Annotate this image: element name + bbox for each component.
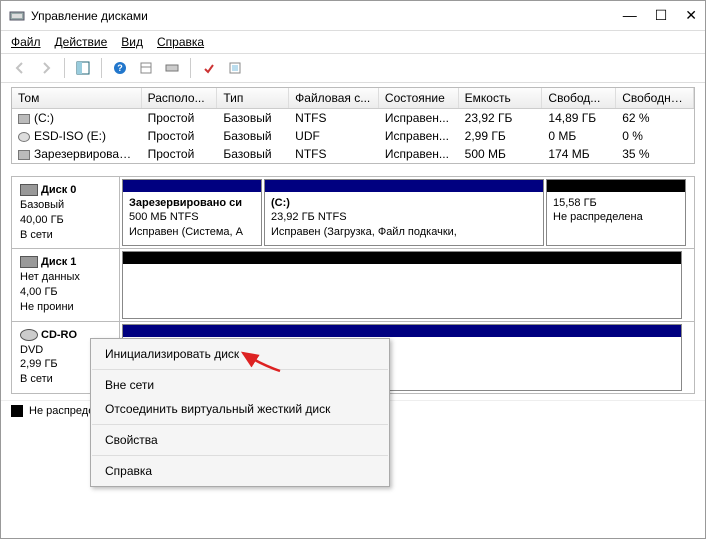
menu-view[interactable]: Вид	[121, 35, 143, 49]
col-type[interactable]: Тип	[217, 88, 289, 108]
volume-table: Том Располо... Тип Файловая с... Состоян…	[11, 87, 695, 164]
toolbar-btn-3[interactable]	[161, 57, 183, 79]
forward-button	[35, 57, 57, 79]
minimize-button[interactable]: —	[623, 7, 637, 24]
col-status[interactable]: Состояние	[379, 88, 459, 108]
menu-file[interactable]: Файл	[11, 35, 41, 49]
menu-initialize-disk[interactable]: Инициализировать диск	[91, 342, 389, 366]
close-button[interactable]: ✕	[685, 7, 697, 24]
toolbar-btn-5[interactable]	[224, 57, 246, 79]
disk-row: Диск 1Нет данных4,00 ГБНе проини	[12, 249, 694, 321]
menu-detach-vhd[interactable]: Отсоединить виртуальный жесткий диск	[91, 397, 389, 421]
disk-icon	[20, 256, 38, 268]
disk-info[interactable]: Диск 0Базовый40,00 ГБВ сети	[12, 177, 120, 248]
col-layout[interactable]: Располо...	[142, 88, 218, 108]
legend-swatch-unallocated	[11, 405, 23, 417]
col-free[interactable]: Свобод...	[542, 88, 616, 108]
disk-info[interactable]: Диск 1Нет данных4,00 ГБНе проини	[12, 249, 120, 320]
toolbar: ?	[1, 53, 705, 83]
menu-action[interactable]: Действие	[55, 35, 108, 49]
volume-icon	[18, 114, 30, 124]
disk-icon	[20, 329, 38, 341]
menu-help[interactable]: Справка	[157, 35, 204, 49]
disk-partitions: Зарезервировано си500 МБ NTFSИсправен (С…	[120, 177, 694, 248]
disk-row: Диск 0Базовый40,00 ГБВ сетиЗарезервирова…	[12, 177, 694, 249]
help-button[interactable]: ?	[109, 57, 131, 79]
col-fs[interactable]: Файловая с...	[289, 88, 379, 108]
partition[interactable]: Зарезервировано си500 МБ NTFSИсправен (С…	[122, 179, 262, 246]
menubar: Файл Действие Вид Справка	[1, 31, 705, 53]
toolbar-btn-1[interactable]	[72, 57, 94, 79]
window-title: Управление дисками	[31, 9, 623, 23]
volume-icon	[18, 132, 30, 142]
titlebar: Управление дисками — ☐ ✕	[1, 1, 705, 31]
col-volume[interactable]: Том	[12, 88, 142, 108]
table-row[interactable]: Зарезервировано...ПростойБазовыйNTFSИспр…	[12, 145, 694, 163]
back-button	[9, 57, 31, 79]
partition[interactable]: (C:)23,92 ГБ NTFSИсправен (Загрузка, Фай…	[264, 179, 544, 246]
table-header: Том Располо... Тип Файловая с... Состоян…	[12, 88, 694, 109]
context-menu: Инициализировать диск Вне сети Отсоедини…	[90, 338, 390, 487]
toolbar-btn-2[interactable]	[135, 57, 157, 79]
table-row[interactable]: (C:)ПростойБазовыйNTFSИсправен...23,92 Г…	[12, 109, 694, 127]
menu-help[interactable]: Справка	[91, 459, 389, 483]
table-row[interactable]: ESD-ISO (E:)ПростойБазовыйUDFИсправен...…	[12, 127, 694, 145]
app-icon	[9, 8, 25, 24]
menu-offline[interactable]: Вне сети	[91, 373, 389, 397]
menu-properties[interactable]: Свойства	[91, 428, 389, 452]
window-controls: — ☐ ✕	[623, 7, 697, 24]
col-capacity[interactable]: Емкость	[459, 88, 543, 108]
partition[interactable]	[122, 251, 682, 318]
partition[interactable]: 15,58 ГБНе распределена	[546, 179, 686, 246]
disk-partitions	[120, 249, 694, 320]
svg-text:?: ?	[117, 63, 123, 73]
disk-icon	[20, 184, 38, 196]
volume-icon	[18, 150, 30, 160]
col-pct[interactable]: Свободно %	[616, 88, 694, 108]
toolbar-btn-4[interactable]	[198, 57, 220, 79]
maximize-button[interactable]: ☐	[655, 7, 668, 24]
